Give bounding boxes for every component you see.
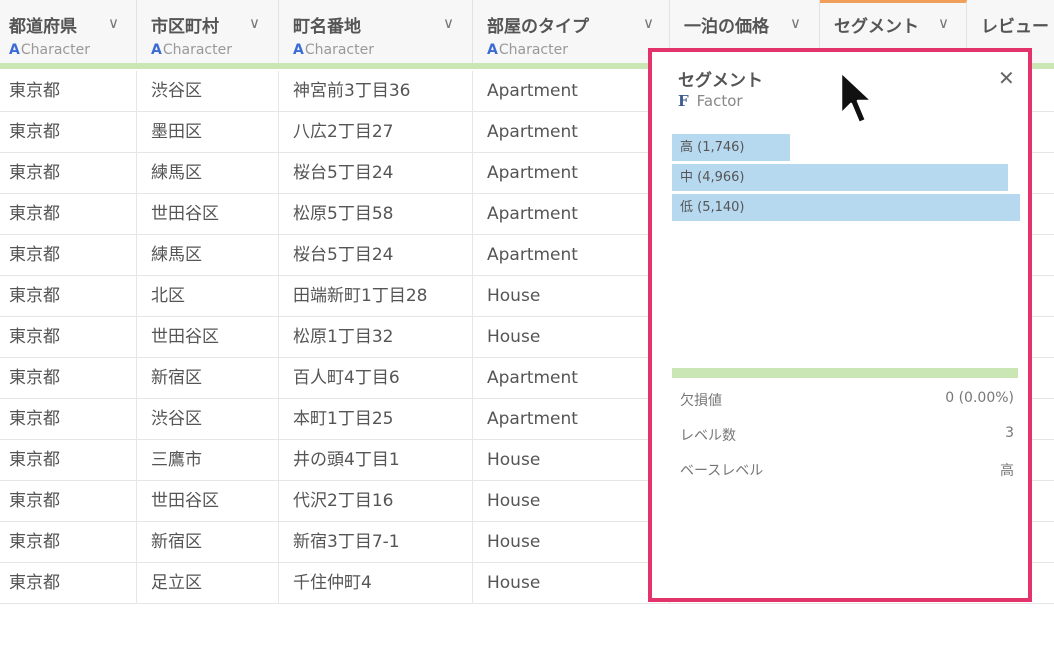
mouse-cursor-icon (839, 70, 874, 125)
cell-room-type: Apartment (473, 153, 670, 194)
cell-city: 渋谷区 (137, 399, 279, 440)
stat-label: 欠損値 (680, 393, 722, 409)
popup-column-type: F Factor (678, 92, 743, 110)
cell-room-type: Apartment (473, 399, 670, 440)
cell-city: 練馬区 (137, 153, 279, 194)
chevron-down-icon[interactable]: ∨ (443, 14, 454, 32)
cell-prefecture: 東京都 (0, 481, 137, 522)
cell-address: 松原1丁目32 (279, 317, 473, 358)
chevron-down-icon[interactable]: ∨ (938, 14, 949, 32)
cell-city: 新宿区 (137, 522, 279, 563)
column-name: 部屋のタイプ (487, 17, 589, 37)
cell-city: 渋谷区 (137, 71, 279, 112)
stat-row-base-level: ベースレベル 高 (680, 460, 1014, 495)
cell-prefecture: 東京都 (0, 399, 137, 440)
cell-address: 本町1丁目25 (279, 399, 473, 440)
cell-room-type: House (473, 563, 670, 604)
character-type-icon: A (487, 42, 498, 58)
chevron-down-icon[interactable]: ∨ (249, 14, 260, 32)
cell-city: 世田谷区 (137, 194, 279, 235)
table-row-partial (0, 604, 1054, 645)
cell-prefecture: 東京都 (0, 440, 137, 481)
cell-address: 千住仲町4 (279, 563, 473, 604)
column-type: ACharacter (293, 42, 374, 58)
cell-room-type: Apartment (473, 112, 670, 153)
column-summary-popup: セグメント F Factor ✕ 高 (1,746) 中 (4,966) 低 (5… (648, 48, 1032, 602)
stat-value: 0 (0.00%) (945, 390, 1014, 406)
cell-address: 八広2丁目27 (279, 112, 473, 153)
data-quality-bar (672, 368, 1018, 378)
level-bar[interactable]: 低 (5,140) (672, 194, 1020, 221)
cell-room-type: House (473, 481, 670, 522)
column-name: 一泊の価格 (684, 17, 769, 37)
cell-room-type: Apartment (473, 235, 670, 276)
cell-city: 足立区 (137, 563, 279, 604)
column-name: レビュー (981, 17, 1049, 37)
cell-room-type: Apartment (473, 358, 670, 399)
column-type: ACharacter (9, 42, 90, 58)
column-header-room-type[interactable]: 部屋のタイプ ∨ ACharacter (473, 0, 670, 66)
summary-stats: 欠損値 0 (0.00%) レベル数 3 ベースレベル 高 (680, 390, 1014, 495)
level-frequency-chart: 高 (1,746) 中 (4,966) 低 (5,140) (672, 134, 1020, 224)
cell-city: 北区 (137, 276, 279, 317)
cell-prefecture: 東京都 (0, 71, 137, 112)
cell-room-type: House (473, 440, 670, 481)
character-type-icon: A (151, 42, 162, 58)
character-type-icon: A (293, 42, 304, 58)
cell-address: 神宮前3丁目36 (279, 71, 473, 112)
cell-prefecture: 東京都 (0, 522, 137, 563)
column-header-city[interactable]: 市区町村 ∨ ACharacter (137, 0, 279, 66)
cell-address: 桜台5丁目24 (279, 153, 473, 194)
chevron-down-icon[interactable]: ∨ (790, 14, 801, 32)
column-name: 町名番地 (293, 17, 361, 37)
column-name: セグメント (834, 17, 919, 37)
cell-room-type: Apartment (473, 71, 670, 112)
column-header-prefecture[interactable]: 都道府県 ∨ ACharacter (0, 0, 137, 66)
stat-value: 高 (1000, 463, 1014, 479)
cell-address: 桜台5丁目24 (279, 235, 473, 276)
factor-type-icon: F (678, 92, 689, 110)
cell-prefecture: 東京都 (0, 358, 137, 399)
chevron-down-icon[interactable]: ∨ (643, 14, 654, 32)
stat-label: レベル数 (680, 428, 736, 444)
level-bar[interactable]: 中 (4,966) (672, 164, 1008, 191)
cell-prefecture: 東京都 (0, 317, 137, 358)
cell-address: 井の頭4丁目1 (279, 440, 473, 481)
cell-city: 練馬区 (137, 235, 279, 276)
column-name: 市区町村 (151, 17, 219, 37)
stat-value: 3 (1005, 425, 1014, 441)
cell-room-type: Apartment (473, 194, 670, 235)
cell-address: 新宿3丁目7-1 (279, 522, 473, 563)
cell-prefecture: 東京都 (0, 153, 137, 194)
column-type: ACharacter (487, 42, 568, 58)
cell-room-type: House (473, 276, 670, 317)
cell-city: 世田谷区 (137, 481, 279, 522)
cell-prefecture: 東京都 (0, 112, 137, 153)
cell-address: 田端新町1丁目28 (279, 276, 473, 317)
cell-prefecture: 東京都 (0, 235, 137, 276)
column-type: ACharacter (151, 42, 232, 58)
cell-prefecture: 東京都 (0, 194, 137, 235)
cell-room-type: House (473, 317, 670, 358)
cell-address: 百人町4丁目6 (279, 358, 473, 399)
character-type-icon: A (9, 42, 20, 58)
cell-city: 三鷹市 (137, 440, 279, 481)
column-name: 都道府県 (9, 17, 77, 37)
stat-row-missing: 欠損値 0 (0.00%) (680, 390, 1014, 425)
cell-room-type: House (473, 522, 670, 563)
column-header-address[interactable]: 町名番地 ∨ ACharacter (279, 0, 473, 66)
cell-city: 墨田区 (137, 112, 279, 153)
cell-address: 代沢2丁目16 (279, 481, 473, 522)
level-bar[interactable]: 高 (1,746) (672, 134, 790, 161)
cell-prefecture: 東京都 (0, 276, 137, 317)
close-icon[interactable]: ✕ (998, 66, 1015, 90)
cell-city: 世田谷区 (137, 317, 279, 358)
cell-address: 松原5丁目58 (279, 194, 473, 235)
cell-prefecture: 東京都 (0, 563, 137, 604)
stat-label: ベースレベル (680, 463, 764, 479)
chevron-down-icon[interactable]: ∨ (108, 14, 119, 32)
stat-row-levels: レベル数 3 (680, 425, 1014, 460)
cell-city: 新宿区 (137, 358, 279, 399)
popup-title: セグメント (678, 71, 763, 91)
